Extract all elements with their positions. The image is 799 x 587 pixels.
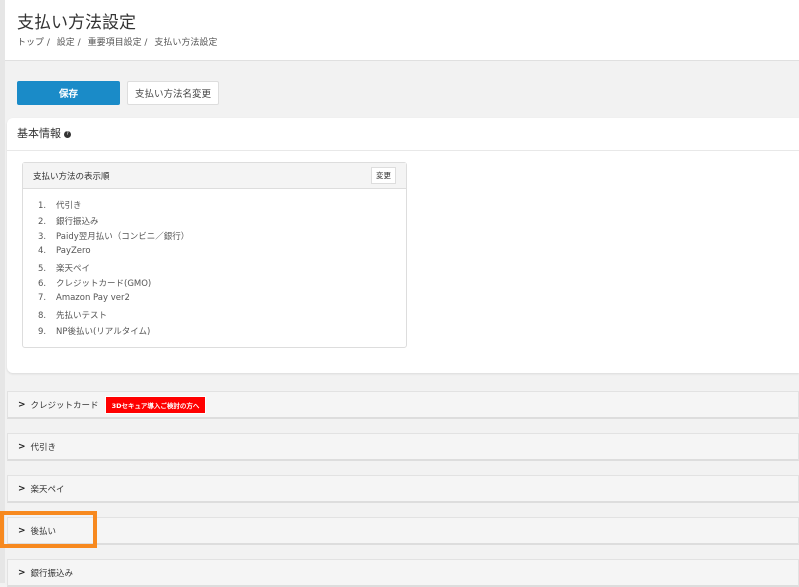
list-item: 5. 楽天ペイ: [38, 262, 406, 278]
section-label: クレジットカード: [30, 400, 99, 411]
section-label: 銀行振込み: [30, 568, 74, 579]
rename-payment-button[interactable]: 支払い方法名変更: [127, 81, 219, 105]
chevron-right-icon: >: [18, 399, 26, 410]
section-label: 代引き: [30, 442, 57, 453]
chevron-right-icon: >: [18, 441, 26, 452]
item-number: 2.: [38, 216, 47, 227]
list-item: 7. Amazon Pay ver2: [38, 293, 406, 309]
item-number: 1.: [38, 201, 47, 211]
chevron-right-icon: >: [18, 567, 26, 578]
item-number: 5.: [38, 263, 47, 274]
accordion-section[interactable]: > 代引き: [7, 433, 799, 461]
breadcrumb-settings[interactable]: 設定 /: [57, 38, 81, 48]
item-label: 銀行振込み: [56, 216, 99, 227]
item-label: 楽天ペイ: [56, 263, 91, 274]
breadcrumb-important[interactable]: 重要項目設定 /: [88, 38, 148, 48]
section-label: 楽天ペイ: [30, 484, 65, 495]
item-number: 6.: [38, 279, 47, 290]
help-icon[interactable]: ?: [64, 130, 71, 138]
list-item: 1. 代引き: [38, 199, 406, 215]
card-header: 基本情報?: [7, 118, 799, 151]
item-number: 8.: [38, 310, 47, 321]
list-item: 2. 銀行振込み: [38, 215, 406, 231]
breadcrumb-current: 支払い方法設定: [154, 38, 218, 48]
breadcrumb: トップ / 設定 / 重要項目設定 / 支払い方法設定: [17, 35, 221, 48]
item-label: PayZero: [56, 246, 91, 257]
left-strip: [0, 0, 5, 583]
item-label: Amazon Pay ver2: [56, 293, 130, 304]
list-item: 6. クレジットカード(GMO): [38, 277, 406, 293]
save-button[interactable]: 保存: [17, 81, 120, 105]
basic-info-card: 基本情報? 支払い方法の表示順 変更 1. 代引き 2. 銀行振込み 3. Paidy翌月払…: [7, 118, 799, 373]
item-label: 先払いテスト: [56, 310, 108, 321]
page-title: 支払い方法設定: [17, 13, 136, 33]
accordion-section[interactable]: > 後払い: [7, 517, 799, 545]
item-label: 代引き: [56, 201, 82, 211]
display-order-title: 支払い方法の表示順: [33, 172, 110, 182]
item-number: 3.: [38, 232, 47, 243]
list-item: 3. Paidy翌月払い（コンビニ／銀行）: [38, 230, 406, 246]
chevron-right-icon: >: [18, 483, 26, 494]
item-number: 9.: [38, 326, 47, 337]
item-label: NP後払い(リアルタイム): [56, 326, 151, 337]
item-label: Paidy翌月払い（コンビニ／銀行）: [56, 232, 190, 243]
page-header: 支払い方法設定 トップ / 設定 / 重要項目設定 / 支払い方法設定: [5, 0, 799, 61]
item-number: 7.: [38, 293, 47, 304]
change-order-button[interactable]: 変更: [371, 167, 396, 184]
accordion-section[interactable]: > 楽天ペイ: [7, 475, 799, 503]
card-title: 基本情報: [17, 127, 61, 140]
highlight-box: [0, 511, 97, 548]
list-item: 4. PayZero: [38, 246, 406, 262]
list-item: 9. NP後払い(リアルタイム): [38, 325, 406, 341]
item-number: 4.: [38, 246, 47, 257]
list-item: 8. 先払いテスト: [38, 309, 406, 325]
accordion-section[interactable]: > クレジットカード 3Dセキュア導入ご検討の方へ: [7, 391, 799, 419]
breadcrumb-top[interactable]: トップ /: [17, 38, 50, 48]
item-label: クレジットカード(GMO): [56, 279, 152, 290]
display-order-box: 支払い方法の表示順 変更 1. 代引き 2. 銀行振込み 3. Paidy翌月払い（コンビニ…: [22, 162, 407, 348]
3d-secure-badge[interactable]: 3Dセキュア導入ご検討の方へ: [104, 395, 207, 414]
